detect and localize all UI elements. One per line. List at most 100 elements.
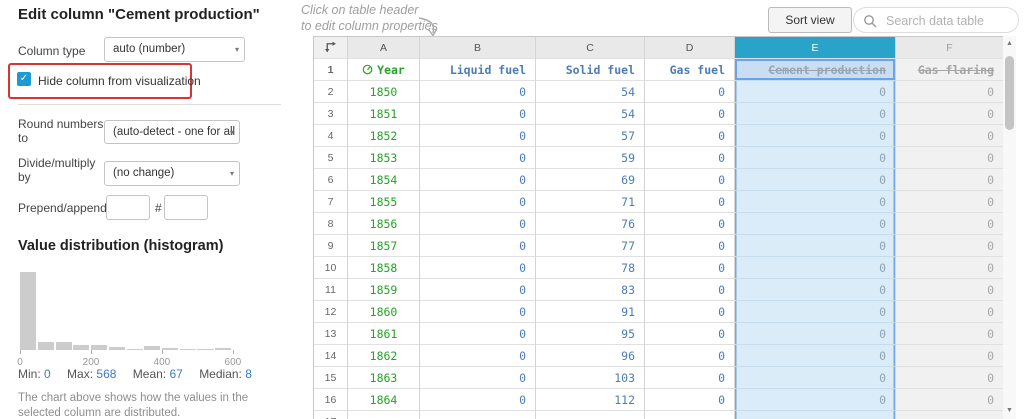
table-cell[interactable]: 69 [536,169,645,191]
column-name-cell[interactable]: Cement production [735,59,896,81]
table-cell[interactable]: 0 [645,323,735,345]
table-cell[interactable]: 57 [536,125,645,147]
table-cell[interactable]: 0 [735,257,896,279]
column-name-cell[interactable]: Gas fuel [645,59,735,81]
table-cell[interactable]: 0 [896,235,1003,257]
table-cell[interactable]: 0 [896,345,1003,367]
column-name-cell[interactable]: Year [348,59,420,81]
sort-view-button[interactable]: Sort view by...▾ [768,7,852,33]
scroll-down-icon[interactable]: ▼ [1003,405,1016,417]
table-cell[interactable]: 0 [420,169,536,191]
table-cell[interactable]: 0 [645,279,735,301]
table-cell[interactable]: 0 [645,235,735,257]
table-cell[interactable]: 1850 [348,81,420,103]
table-cell[interactable]: 96 [536,345,645,367]
scroll-up-icon[interactable]: ▲ [1003,38,1016,50]
table-cell[interactable]: 76 [536,213,645,235]
column-letter-C[interactable]: C [536,37,645,59]
table-cell[interactable]: 1859 [348,279,420,301]
table-cell[interactable]: 1862 [348,345,420,367]
table-cell[interactable]: 0 [735,235,896,257]
table-cell[interactable] [645,411,735,419]
table-cell[interactable]: 1856 [348,213,420,235]
table-cell[interactable]: 1858 [348,257,420,279]
table-cell[interactable]: 91 [536,301,645,323]
table-cell[interactable]: 0 [735,323,896,345]
table-cell[interactable]: 78 [536,257,645,279]
table-cell[interactable]: 0 [420,235,536,257]
table-cell[interactable] [896,411,1003,419]
table-cell[interactable]: 77 [536,235,645,257]
table-cell[interactable]: 0 [420,81,536,103]
table-cell[interactable]: 0 [896,389,1003,411]
table-cell[interactable]: 0 [420,213,536,235]
table-cell[interactable]: 1864 [348,389,420,411]
table-cell[interactable]: 0 [735,169,896,191]
table-cell[interactable]: 1861 [348,323,420,345]
table-cell[interactable]: 0 [645,213,735,235]
column-letter-A[interactable]: A [348,37,420,59]
transpose-icon[interactable] [314,37,348,59]
table-cell[interactable]: 0 [735,279,896,301]
table-cell[interactable]: 0 [645,147,735,169]
table-cell[interactable]: 0 [735,81,896,103]
table-cell[interactable]: 1853 [348,147,420,169]
column-name-cell[interactable]: Gas flaring [896,59,1003,81]
table-cell[interactable]: 0 [645,103,735,125]
table-cell[interactable]: 0 [645,345,735,367]
table-cell[interactable]: 0 [896,147,1003,169]
table-cell[interactable]: 0 [735,345,896,367]
append-input[interactable] [164,195,208,220]
table-cell[interactable]: 0 [896,257,1003,279]
table-cell[interactable]: 0 [896,103,1003,125]
table-cell[interactable]: 0 [420,301,536,323]
table-cell[interactable]: 54 [536,103,645,125]
table-cell[interactable]: 83 [536,279,645,301]
table-cell[interactable]: 0 [896,213,1003,235]
column-letter-F[interactable]: F [896,37,1003,59]
table-cell[interactable]: 0 [735,191,896,213]
table-cell[interactable]: 0 [420,279,536,301]
table-cell[interactable]: 0 [420,389,536,411]
table-cell[interactable]: 0 [420,125,536,147]
table-cell[interactable]: 0 [896,323,1003,345]
search-input[interactable] [884,10,1014,32]
hide-column-checkbox[interactable]: ✓ [17,72,31,86]
table-cell[interactable]: 0 [896,301,1003,323]
table-cell[interactable]: 0 [420,323,536,345]
table-cell[interactable]: 0 [420,147,536,169]
table-cell[interactable]: 0 [735,367,896,389]
table-cell[interactable]: 0 [420,345,536,367]
table-cell[interactable]: 1851 [348,103,420,125]
table-cell[interactable]: 71 [536,191,645,213]
table-cell[interactable]: 0 [896,81,1003,103]
table-cell[interactable]: 1852 [348,125,420,147]
table-cell[interactable]: 0 [735,301,896,323]
table-cell[interactable]: 1860 [348,301,420,323]
vertical-scrollbar[interactable]: ▲ ▼ [1003,36,1016,419]
table-cell[interactable]: 0 [896,169,1003,191]
table-cell[interactable]: 59 [536,147,645,169]
column-name-cell[interactable]: Liquid fuel [420,59,536,81]
table-cell[interactable]: 0 [420,103,536,125]
table-cell[interactable]: 0 [735,389,896,411]
table-cell[interactable]: 54 [536,81,645,103]
table-cell[interactable]: 0 [420,367,536,389]
prepend-input[interactable] [106,195,150,220]
table-cell[interactable] [348,411,420,419]
table-cell[interactable]: 0 [645,81,735,103]
table-cell[interactable]: 0 [645,257,735,279]
table-cell[interactable]: 0 [896,367,1003,389]
table-cell[interactable]: 0 [645,389,735,411]
column-letter-E[interactable]: E [735,37,896,59]
table-cell[interactable]: 1854 [348,169,420,191]
table-cell[interactable]: 0 [896,125,1003,147]
table-cell[interactable]: 95 [536,323,645,345]
round-numbers-select[interactable]: (auto-detect - one for all ▾ [104,120,240,144]
hide-column-label[interactable]: Hide column from visualization [38,74,201,88]
table-cell[interactable]: 1855 [348,191,420,213]
table-cell[interactable]: 0 [735,147,896,169]
column-name-cell[interactable]: Solid fuel [536,59,645,81]
column-type-select[interactable]: auto (number) ▾ [104,37,245,62]
table-cell[interactable]: 0 [896,279,1003,301]
